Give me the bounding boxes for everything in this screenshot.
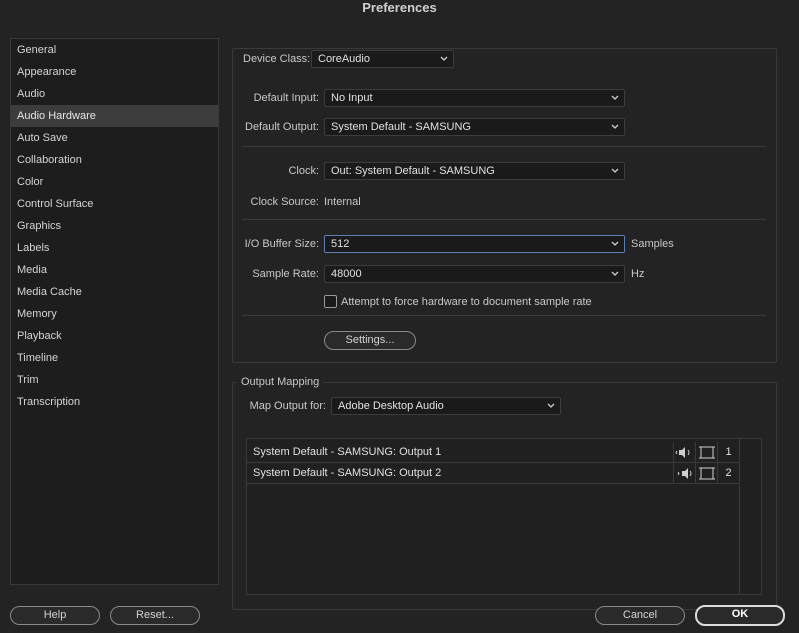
divider xyxy=(242,146,766,147)
sample-rate-dropdown[interactable]: 48000 xyxy=(324,265,625,283)
sidebar-item-transcription[interactable]: Transcription xyxy=(11,391,218,413)
sidebar-item-audio[interactable]: Audio xyxy=(11,83,218,105)
clock-source-value: Internal xyxy=(324,196,361,208)
device-class-label: Device Class: xyxy=(243,53,311,65)
default-output-value: System Default - SAMSUNG xyxy=(331,121,471,133)
sidebar-item-control-surface[interactable]: Control Surface xyxy=(11,193,218,215)
default-input-label: Default Input: xyxy=(253,92,319,104)
sidebar-item-appearance[interactable]: Appearance xyxy=(11,61,218,83)
buffer-size-unit: Samples xyxy=(631,238,674,250)
sidebar-item-media-cache[interactable]: Media Cache xyxy=(11,281,218,303)
chevron-down-icon xyxy=(611,241,619,246)
sidebar-item-memory[interactable]: Memory xyxy=(11,303,218,325)
chevron-down-icon xyxy=(611,271,619,276)
table-row[interactable]: System Default - SAMSUNG: Output 1 1 xyxy=(247,442,739,463)
sidebar-item-graphics[interactable]: Graphics xyxy=(11,215,218,237)
divider xyxy=(242,315,766,316)
sample-rate-unit: Hz xyxy=(631,268,645,280)
buffer-size-value: 512 xyxy=(331,238,350,250)
sidebar-item-auto-save[interactable]: Auto Save xyxy=(11,127,218,149)
output-name: System Default - SAMSUNG: Output 1 xyxy=(253,446,442,458)
frame-icon[interactable] xyxy=(695,463,717,484)
default-output-label: Default Output: xyxy=(245,121,319,133)
divider xyxy=(242,219,766,220)
device-class-dropdown[interactable]: CoreAudio xyxy=(311,50,454,68)
clock-value: Out: System Default - SAMSUNG xyxy=(331,165,495,177)
speaker-left-icon[interactable] xyxy=(673,442,695,463)
channel-number: 2 xyxy=(717,463,739,484)
chevron-down-icon xyxy=(440,56,448,61)
map-output-dropdown[interactable]: Adobe Desktop Audio xyxy=(331,397,561,415)
chevron-down-icon xyxy=(547,403,555,408)
cancel-button[interactable]: Cancel xyxy=(595,606,685,625)
sidebar-item-timeline[interactable]: Timeline xyxy=(11,347,218,369)
clock-label: Clock: xyxy=(288,165,319,177)
output-name: System Default - SAMSUNG: Output 2 xyxy=(253,467,442,479)
default-output-dropdown[interactable]: System Default - SAMSUNG xyxy=(324,118,625,136)
sidebar-item-playback[interactable]: Playback xyxy=(11,325,218,347)
map-output-value: Adobe Desktop Audio xyxy=(338,400,444,412)
sidebar-item-general[interactable]: General xyxy=(11,39,218,61)
settings-button[interactable]: Settings... xyxy=(324,331,416,350)
sidebar-item-labels[interactable]: Labels xyxy=(11,237,218,259)
speaker-right-icon[interactable] xyxy=(673,463,695,484)
output-mapping-grid: System Default - SAMSUNG: Output 1 1 Sys… xyxy=(246,438,762,595)
sidebar-item-trim[interactable]: Trim xyxy=(11,369,218,391)
clock-source-label: Clock Source: xyxy=(250,196,319,208)
chevron-down-icon xyxy=(611,124,619,129)
buffer-size-dropdown[interactable]: 512 xyxy=(324,235,625,253)
window-title: Preferences xyxy=(362,0,437,15)
device-class-value: CoreAudio xyxy=(318,53,370,65)
grid-divider xyxy=(739,439,740,594)
sample-rate-label: Sample Rate: xyxy=(252,268,319,280)
sample-rate-value: 48000 xyxy=(331,268,362,280)
help-button[interactable]: Help xyxy=(10,606,100,625)
ok-button[interactable]: OK xyxy=(695,605,785,626)
frame-icon[interactable] xyxy=(695,442,717,463)
map-output-label: Map Output for: xyxy=(249,400,326,412)
force-sample-rate-checkbox[interactable] xyxy=(324,295,337,308)
default-input-value: No Input xyxy=(331,92,373,104)
clock-dropdown[interactable]: Out: System Default - SAMSUNG xyxy=(324,162,625,180)
buffer-size-label: I/O Buffer Size: xyxy=(244,238,319,250)
sidebar-item-audio-hardware[interactable]: Audio Hardware xyxy=(11,105,218,127)
channel-number: 1 xyxy=(717,442,739,463)
chevron-down-icon xyxy=(611,95,619,100)
sidebar-item-media[interactable]: Media xyxy=(11,259,218,281)
force-sample-rate-label: Attempt to force hardware to document sa… xyxy=(341,296,592,308)
default-input-dropdown[interactable]: No Input xyxy=(324,89,625,107)
chevron-down-icon xyxy=(611,168,619,173)
sidebar-item-collaboration[interactable]: Collaboration xyxy=(11,149,218,171)
output-mapping-legend: Output Mapping xyxy=(237,376,324,388)
reset-button[interactable]: Reset... xyxy=(110,606,200,625)
table-row[interactable]: System Default - SAMSUNG: Output 2 2 xyxy=(247,463,739,484)
sidebar-item-color[interactable]: Color xyxy=(11,171,218,193)
preferences-sidebar: General Appearance Audio Audio Hardware … xyxy=(10,38,219,585)
